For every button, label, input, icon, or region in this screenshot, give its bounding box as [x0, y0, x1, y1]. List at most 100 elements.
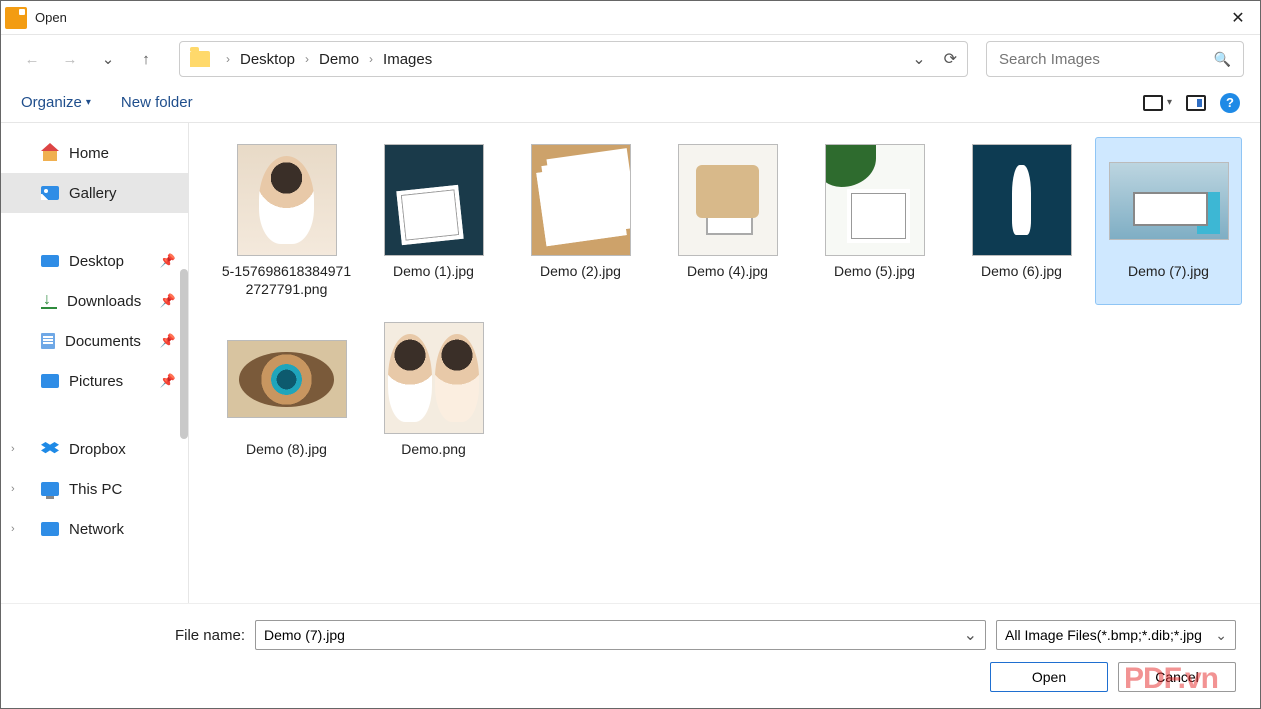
file-name: Demo (6).jpg — [981, 262, 1062, 280]
sidebar-item-desktop[interactable]: Desktop 📌 — [1, 241, 188, 281]
sidebar-label: Dropbox — [69, 441, 126, 458]
layout-icon — [1143, 95, 1163, 111]
main-area: Home Gallery Desktop 📌 Downloads 📌 Docum… — [1, 123, 1260, 603]
file-grid[interactable]: 5-1576986183849712727791.png Demo (1).jpg… — [189, 123, 1260, 603]
sidebar-item-gallery[interactable]: Gallery — [1, 173, 188, 213]
thumbnail — [384, 144, 484, 256]
expand-icon[interactable]: › — [11, 523, 15, 535]
gallery-icon — [41, 186, 59, 200]
organize-label: Organize — [21, 94, 82, 111]
file-item[interactable]: Demo (2).jpg — [507, 137, 654, 305]
file-item[interactable]: Demo (8).jpg — [213, 315, 360, 465]
organize-button[interactable]: Organize ▾ — [21, 94, 91, 111]
sidebar-item-pictures[interactable]: Pictures 📌 — [1, 361, 188, 401]
file-name: Demo (2).jpg — [540, 262, 621, 280]
refresh-icon[interactable]: ⟳ — [944, 49, 957, 69]
breadcrumb-bar[interactable]: › Desktop › Demo › Images ⌄ ⟳ — [179, 41, 968, 77]
chevron-down-icon: ▾ — [86, 97, 91, 108]
network-icon — [41, 522, 59, 536]
sidebar-label: This PC — [69, 481, 122, 498]
thumbnail — [972, 144, 1072, 256]
file-item[interactable]: Demo (1).jpg — [360, 137, 507, 305]
sidebar-item-dropbox[interactable]: › Dropbox — [1, 429, 188, 469]
search-icon[interactable]: 🔍 — [1214, 51, 1231, 68]
forward-button[interactable]: → — [55, 44, 85, 74]
file-name: Demo.png — [401, 440, 466, 458]
recent-dropdown[interactable]: ⌄ — [93, 44, 123, 74]
window-title: Open — [35, 10, 67, 25]
help-button[interactable]: ? — [1220, 93, 1240, 113]
folder-icon — [190, 51, 210, 67]
cancel-label: Cancel — [1155, 669, 1199, 685]
cancel-button[interactable]: Cancel — [1118, 662, 1236, 692]
sidebar-label: Pictures — [69, 373, 123, 390]
file-name: 5-1576986183849712727791.png — [220, 262, 353, 298]
nav-row: ← → ⌄ ↑ › Desktop › Demo › Images ⌄ ⟳ 🔍 — [1, 35, 1260, 83]
crumb-images[interactable]: Images — [379, 51, 436, 68]
computer-icon — [41, 482, 59, 496]
filename-combo[interactable]: ⌄ — [255, 620, 986, 650]
pin-icon[interactable]: 📌 — [160, 333, 176, 349]
sidebar-label: Desktop — [69, 253, 124, 270]
file-item[interactable]: Demo.png — [360, 315, 507, 465]
chevron-right-icon[interactable]: › — [363, 52, 379, 66]
thumbnail — [384, 322, 484, 434]
sidebar-label: Gallery — [69, 185, 117, 202]
pictures-icon — [41, 374, 59, 388]
desktop-icon — [41, 255, 59, 267]
file-name: Demo (5).jpg — [834, 262, 915, 280]
chevron-right-icon[interactable]: › — [220, 52, 236, 66]
thumbnail — [825, 144, 925, 256]
sidebar-item-home[interactable]: Home — [1, 133, 188, 173]
sidebar-label: Downloads — [67, 293, 141, 310]
file-item[interactable]: Demo (7).jpg — [1095, 137, 1242, 305]
chevron-down-icon[interactable]: ⌄ — [964, 625, 977, 645]
titlebar: Open ✕ — [1, 1, 1260, 35]
file-item[interactable]: 5-1576986183849712727791.png — [213, 137, 360, 305]
search-input[interactable] — [999, 51, 1214, 68]
view-mode-button[interactable]: ▾ — [1143, 95, 1172, 111]
thumbnail — [237, 144, 337, 256]
bottom-panel: File name: ⌄ All Image Files(*.bmp;*.dib… — [1, 603, 1260, 708]
file-name: Demo (1).jpg — [393, 262, 474, 280]
thumbnail — [1109, 162, 1229, 240]
sidebar-item-downloads[interactable]: Downloads 📌 — [1, 281, 188, 321]
new-folder-button[interactable]: New folder — [121, 94, 193, 111]
home-icon — [41, 145, 59, 161]
file-name: Demo (4).jpg — [687, 262, 768, 280]
sidebar-label: Documents — [65, 333, 141, 350]
close-button[interactable]: ✕ — [1224, 4, 1252, 32]
sidebar-item-documents[interactable]: Documents 📌 — [1, 321, 188, 361]
back-button[interactable]: ← — [17, 44, 47, 74]
expand-icon[interactable]: › — [11, 483, 15, 495]
sidebar-scrollbar[interactable] — [180, 269, 188, 439]
pin-icon[interactable]: 📌 — [160, 253, 176, 269]
file-item[interactable]: Demo (4).jpg — [654, 137, 801, 305]
filename-input[interactable] — [264, 627, 964, 643]
sidebar-item-this-pc[interactable]: › This PC — [1, 469, 188, 509]
chevron-right-icon[interactable]: › — [299, 52, 315, 66]
search-box[interactable]: 🔍 — [986, 41, 1244, 77]
document-icon — [41, 333, 55, 349]
crumb-demo[interactable]: Demo — [315, 51, 363, 68]
crumb-desktop[interactable]: Desktop — [236, 51, 299, 68]
preview-pane-button[interactable] — [1186, 95, 1206, 111]
file-name: Demo (7).jpg — [1128, 262, 1209, 280]
expand-icon[interactable]: › — [11, 443, 15, 455]
thumbnail — [678, 144, 778, 256]
breadcrumb-dropdown-icon[interactable]: ⌄ — [912, 49, 925, 69]
file-item[interactable]: Demo (5).jpg — [801, 137, 948, 305]
sidebar: Home Gallery Desktop 📌 Downloads 📌 Docum… — [1, 123, 189, 603]
thumbnail — [227, 340, 347, 418]
download-icon — [41, 293, 57, 309]
pin-icon[interactable]: 📌 — [160, 373, 176, 389]
open-button[interactable]: Open — [990, 662, 1108, 692]
sidebar-item-network[interactable]: › Network — [1, 509, 188, 549]
pin-icon[interactable]: 📌 — [160, 293, 176, 309]
filter-label: All Image Files(*.bmp;*.dib;*.jpg — [1005, 627, 1202, 643]
sidebar-label: Network — [69, 521, 124, 538]
up-button[interactable]: ↑ — [131, 44, 161, 74]
app-icon — [5, 7, 27, 29]
file-type-filter[interactable]: All Image Files(*.bmp;*.dib;*.jpg ⌄ — [996, 620, 1236, 650]
file-item[interactable]: Demo (6).jpg — [948, 137, 1095, 305]
